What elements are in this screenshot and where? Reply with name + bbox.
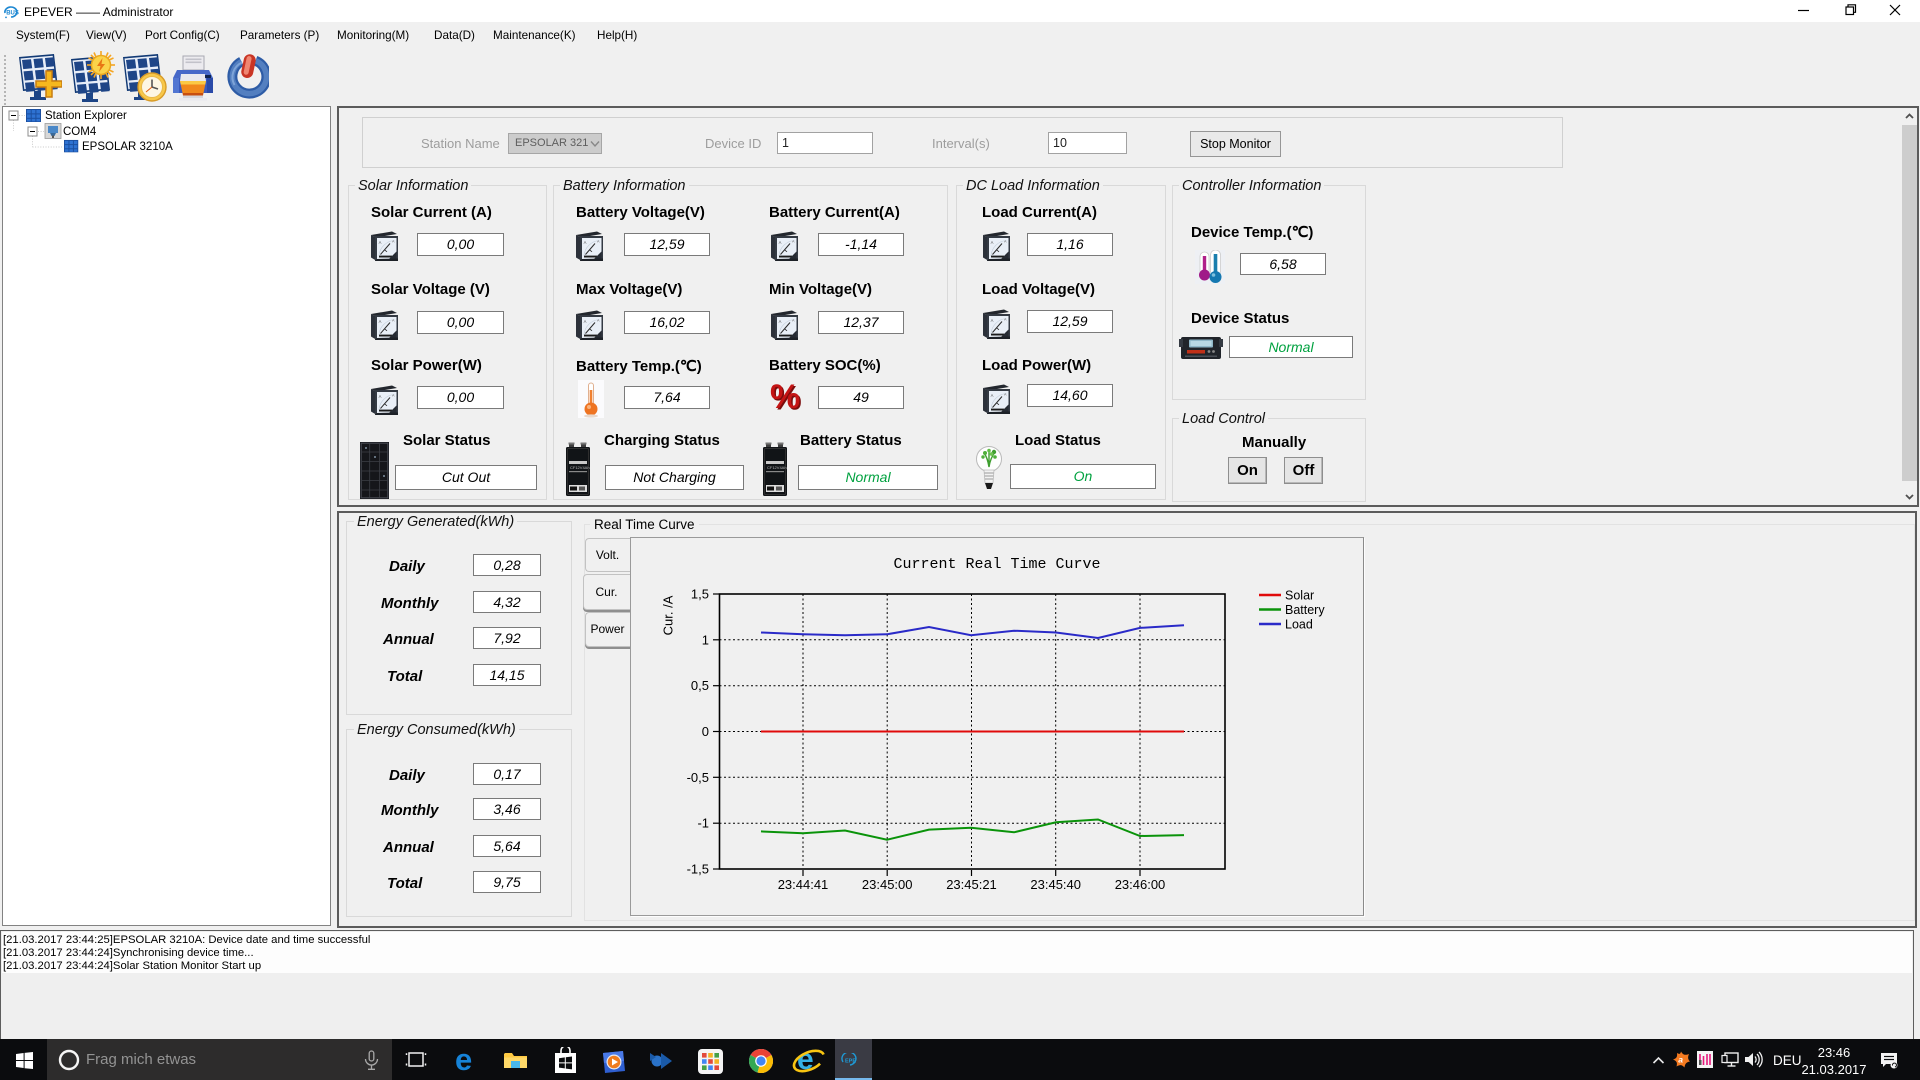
svg-text:-0,5: -0,5 xyxy=(687,770,709,785)
svg-text:EPE: EPE xyxy=(845,1059,856,1065)
svg-text:0,5: 0,5 xyxy=(691,678,709,693)
svg-text:23:46:00: 23:46:00 xyxy=(1115,877,1166,892)
svg-text:23:45:00: 23:45:00 xyxy=(862,877,913,892)
svg-text:Load: Load xyxy=(1285,618,1313,632)
svg-text:0: 0 xyxy=(702,724,709,739)
svg-text:-1,5: -1,5 xyxy=(687,862,709,877)
svg-text:BUS: BUS xyxy=(6,11,19,17)
svg-text:23:45:21: 23:45:21 xyxy=(946,877,997,892)
svg-text:Solar: Solar xyxy=(1285,589,1314,603)
svg-text:Battery: Battery xyxy=(1285,603,1325,617)
svg-text:1: 1 xyxy=(702,632,709,647)
svg-text:a: a xyxy=(1678,1055,1683,1065)
svg-text:1,5: 1,5 xyxy=(691,587,709,602)
svg-text:23:44:41: 23:44:41 xyxy=(778,877,829,892)
svg-text:23:45:40: 23:45:40 xyxy=(1030,877,1081,892)
svg-text:-1: -1 xyxy=(697,816,709,831)
